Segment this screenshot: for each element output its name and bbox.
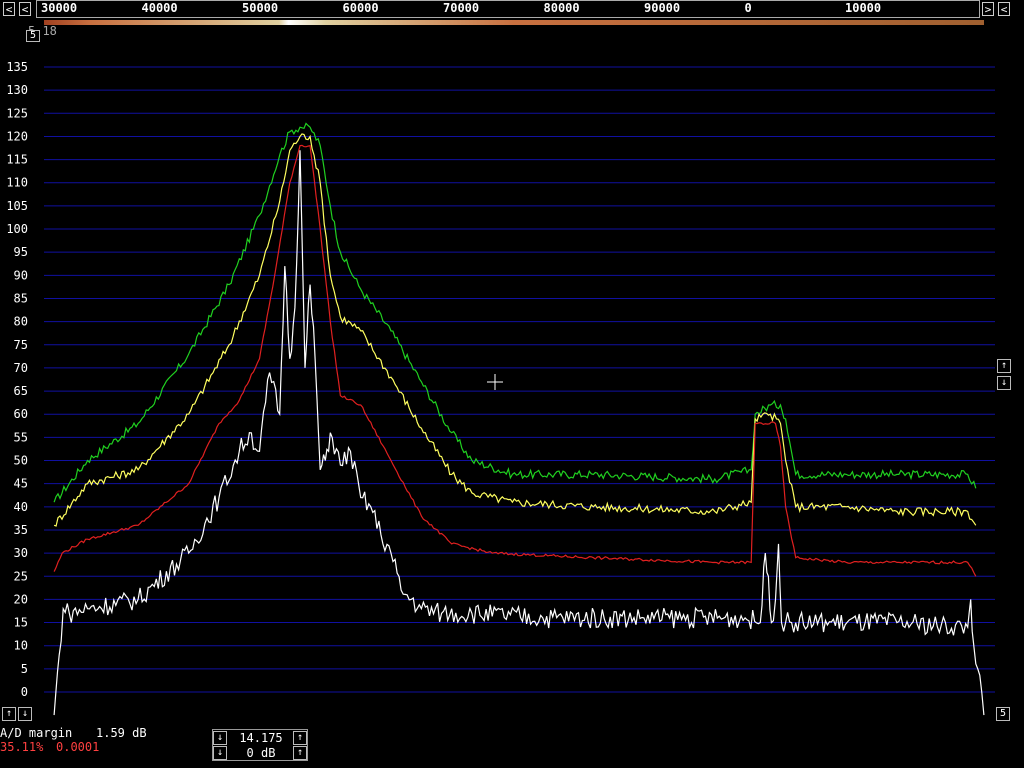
spectrum-series-line: [53, 150, 985, 716]
spectrum-traces: [53, 122, 985, 716]
y-tick-label: 110: [6, 176, 28, 190]
y-tick-label: 25: [14, 569, 28, 583]
y-axis-labels: 1351301251201151101051009590858075706560…: [6, 60, 28, 699]
y-tick-label: 40: [14, 500, 28, 514]
top-left-box-button[interactable]: 5: [26, 30, 40, 42]
spectrum-series-line: [53, 144, 977, 577]
y-tick-label: 90: [14, 268, 28, 282]
y-tick-label: 45: [14, 477, 28, 491]
ad-margin-label: A/D margin: [0, 726, 73, 740]
scale-down-button[interactable]: ↓: [997, 376, 1011, 390]
ad-margin-value: 1.59 dB: [96, 726, 147, 740]
y-tick-label: 55: [14, 430, 28, 444]
y-tick-label: 135: [6, 60, 28, 74]
y-tick-label: 35: [14, 523, 28, 537]
y-tick-label: 0: [21, 685, 28, 699]
y-tick-label: 20: [14, 592, 28, 606]
y-tick-label: 15: [14, 616, 28, 630]
gain-up-button[interactable]: ↑: [293, 746, 307, 760]
y-tick-label: 30: [14, 546, 28, 560]
grid-lines: [44, 66, 995, 693]
y-tick-label: 85: [14, 291, 28, 305]
y-tick-label: 5: [21, 662, 28, 676]
y-tick-label: 80: [14, 315, 28, 329]
y-tick-label: 95: [14, 245, 28, 259]
bottom-right-box-button[interactable]: 5: [996, 707, 1010, 721]
y-tick-label: 60: [14, 407, 28, 421]
y-tick-label: 105: [6, 199, 28, 213]
level-down-button[interactable]: ↓: [18, 707, 32, 721]
freq-up-button[interactable]: ↑: [293, 731, 307, 745]
spectrum-series-line: [53, 122, 977, 503]
gain-down-button[interactable]: ↓: [213, 746, 227, 760]
frequency-gain-control: ↓ 14.175 ↑ ↓ 0 dB ↑: [212, 729, 308, 761]
percent-value: 35.11%: [0, 740, 44, 754]
gain-value[interactable]: 0 dB: [229, 746, 293, 760]
level-up-button[interactable]: ↑: [2, 707, 16, 721]
scale-up-button[interactable]: ↑: [997, 359, 1011, 373]
ratio-value: 0.0001: [56, 740, 100, 754]
y-tick-label: 125: [6, 106, 28, 120]
spectrum-series-line: [53, 133, 977, 527]
y-tick-label: 50: [14, 454, 28, 468]
y-tick-label: 115: [6, 153, 28, 167]
y-tick-label: 70: [14, 361, 28, 375]
y-tick-label: 130: [6, 83, 28, 97]
freq-down-button[interactable]: ↓: [213, 731, 227, 745]
y-tick-label: 120: [6, 129, 28, 143]
y-tick-label: 10: [14, 639, 28, 653]
frequency-value[interactable]: 14.175: [229, 731, 293, 745]
crosshair-cursor: [487, 374, 503, 390]
spectrum-plot[interactable]: 1351301251201151101051009590858075706560…: [0, 0, 1024, 768]
y-tick-label: 65: [14, 384, 28, 398]
y-tick-label: 75: [14, 338, 28, 352]
y-tick-label: 100: [6, 222, 28, 236]
